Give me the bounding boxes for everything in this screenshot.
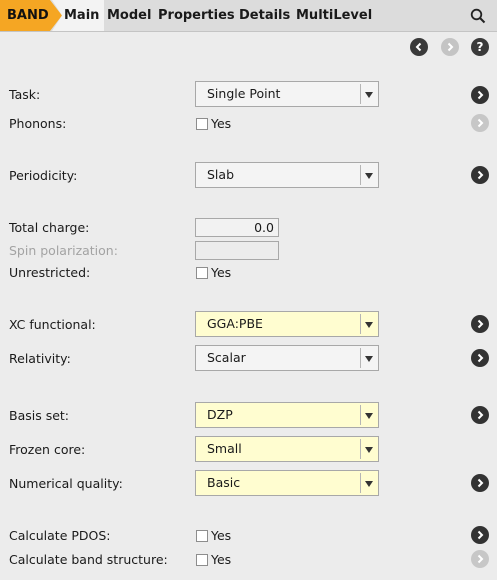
relativity-details-icon[interactable] [471, 349, 489, 367]
basis-set-label: Basis set: [9, 408, 70, 423]
select-separator [360, 84, 361, 104]
frozen-core-label: Frozen core: [9, 442, 86, 457]
dropdown-arrow-icon[interactable] [365, 173, 373, 179]
tab-multilevel[interactable]: MultiLevel [296, 0, 372, 31]
unrestricted-checkbox-label: Yes [211, 265, 232, 280]
task-value: Single Point [207, 86, 281, 101]
basis-set-details-icon[interactable] [471, 406, 489, 424]
spin-polarization-input [195, 241, 279, 260]
tab-band[interactable]: BAND [0, 0, 62, 31]
numerical-quality-select[interactable]: Basic [195, 470, 379, 496]
basis-set-value: DZP [207, 407, 233, 422]
forward-icon[interactable] [441, 38, 459, 56]
dropdown-arrow-icon[interactable] [365, 447, 373, 453]
numerical-quality-value: Basic [207, 475, 241, 490]
phonons-details-icon[interactable] [471, 114, 489, 132]
relativity-value: Scalar [207, 350, 246, 365]
select-separator [360, 348, 361, 368]
select-separator [360, 405, 361, 425]
dropdown-arrow-icon[interactable] [365, 481, 373, 487]
calc-band-details-icon[interactable] [471, 550, 489, 568]
unrestricted-checkbox[interactable] [196, 267, 208, 279]
dropdown-arrow-icon[interactable] [365, 92, 373, 98]
tab-properties[interactable]: Properties [158, 0, 235, 31]
back-icon[interactable] [410, 38, 428, 56]
total-charge-label: Total charge: [9, 220, 90, 235]
calc-pdos-label: Calculate PDOS: [9, 528, 111, 543]
task-details-icon[interactable] [471, 86, 489, 104]
xc-functional-details-icon[interactable] [471, 315, 489, 333]
periodicity-details-icon[interactable] [471, 166, 489, 184]
frozen-core-value: Small [207, 441, 242, 456]
calc-pdos-checkbox[interactable] [196, 530, 208, 542]
xc-functional-select[interactable]: GGA:PBE [195, 311, 379, 337]
calc-band-checkbox[interactable] [196, 554, 208, 566]
relativity-label: Relativity: [9, 351, 71, 366]
tab-details[interactable]: Details [239, 0, 290, 31]
dropdown-arrow-icon[interactable] [365, 322, 373, 328]
select-separator [360, 473, 361, 493]
basis-set-select[interactable]: DZP [195, 402, 379, 428]
phonons-checkbox-label: Yes [211, 116, 232, 131]
spin-polarization-label: Spin polarization: [9, 243, 118, 258]
select-separator [360, 439, 361, 459]
phonons-label: Phonons: [9, 116, 67, 131]
numerical-quality-label: Numerical quality: [9, 476, 123, 491]
tab-bar: BAND Main Model Properties Details Multi… [0, 0, 497, 32]
xc-functional-value: GGA:PBE [207, 316, 263, 331]
unrestricted-label: Unrestricted: [9, 265, 91, 280]
periodicity-select[interactable]: Slab [195, 162, 379, 188]
periodicity-label: Periodicity: [9, 168, 78, 183]
dropdown-arrow-icon[interactable] [365, 356, 373, 362]
select-separator [360, 165, 361, 185]
periodicity-value: Slab [207, 167, 235, 182]
search-icon[interactable] [470, 8, 486, 24]
calc-band-label: Calculate band structure: [9, 552, 168, 567]
calc-band-checkbox-label: Yes [211, 552, 232, 567]
task-select[interactable]: Single Point [195, 81, 379, 107]
tab-model[interactable]: Model [107, 0, 151, 31]
numerical-quality-details-icon[interactable] [471, 474, 489, 492]
frozen-core-select[interactable]: Small [195, 436, 379, 462]
task-label: Task: [9, 87, 41, 102]
select-separator [360, 314, 361, 334]
help-icon[interactable]: ? [471, 38, 489, 56]
phonons-checkbox[interactable] [196, 118, 208, 130]
calc-pdos-checkbox-label: Yes [211, 528, 232, 543]
total-charge-input[interactable]: 0.0 [195, 218, 279, 237]
xc-functional-label: XC functional: [9, 317, 96, 332]
calc-pdos-details-icon[interactable] [471, 526, 489, 544]
relativity-select[interactable]: Scalar [195, 345, 379, 371]
dropdown-arrow-icon[interactable] [365, 413, 373, 419]
